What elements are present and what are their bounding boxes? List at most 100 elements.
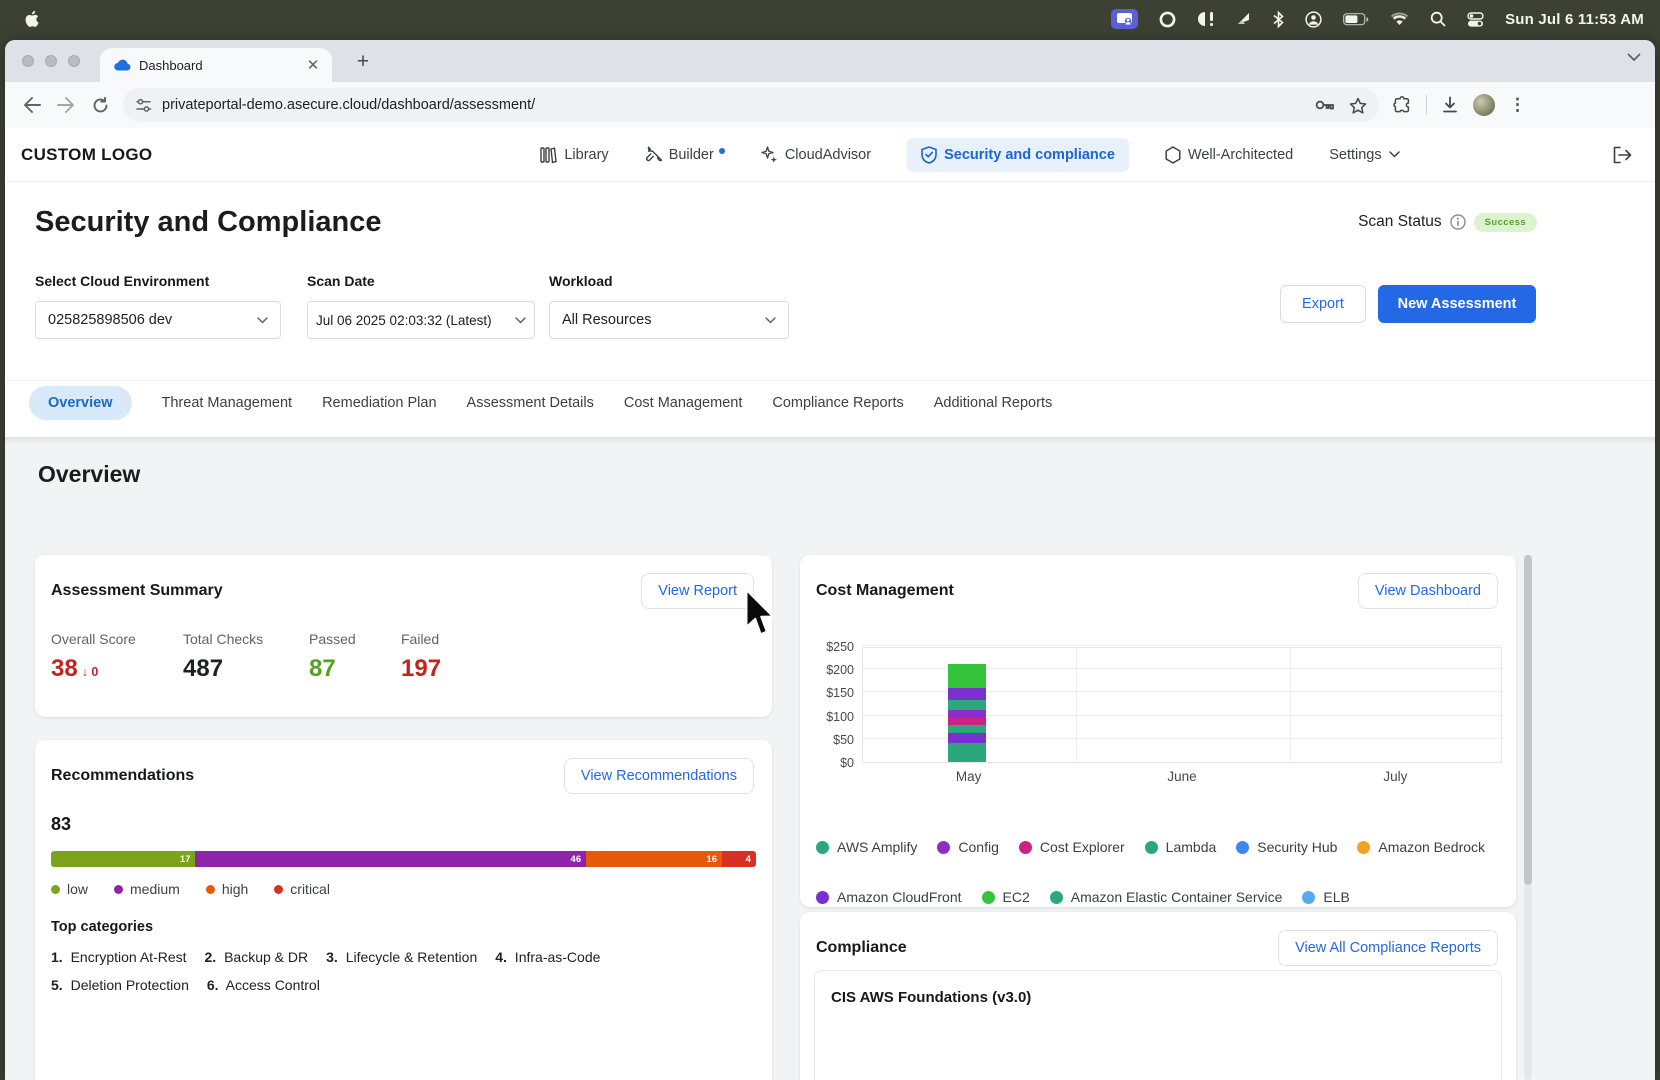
cost-management-card: Cost Management View Dashboard $0$50$100… (800, 555, 1516, 907)
new-assessment-button[interactable]: New Assessment (1378, 285, 1536, 323)
workload-label: Workload (549, 273, 789, 289)
browser-menu-kebab-icon[interactable]: ⋮ (1509, 95, 1526, 115)
stat-failed: Failed 197 (401, 631, 441, 683)
environment-select[interactable]: 025825898506 dev (35, 301, 281, 339)
summary-stats: Overall Score 38 ↓ 0 Total Checks 487 Pa… (35, 609, 772, 683)
top-category-item: 1. Encryption At-Rest (51, 949, 187, 965)
cost-legend-item: Amazon Bedrock (1357, 839, 1485, 855)
forward-button[interactable] (51, 90, 81, 120)
cost-chart-x-axis: MayJuneJuly (862, 769, 1502, 784)
severity-segment-high: 16 (586, 851, 722, 867)
compliance-framework-card[interactable]: CIS AWS Foundations (v3.0) (814, 970, 1502, 1080)
severity-legend-low: low (51, 881, 88, 897)
new-tab-button[interactable]: + (350, 49, 376, 75)
macos-menu-bar: Sun Jul 6 11:53 AM (0, 0, 1660, 38)
nav-security-compliance[interactable]: Security and compliance (907, 138, 1129, 172)
content-scrollbar[interactable] (1524, 555, 1532, 1080)
logout-icon[interactable] (1607, 140, 1637, 170)
window-close-button[interactable] (22, 55, 34, 67)
view-report-button[interactable]: View Report (641, 573, 754, 609)
severity-stacked-bar: 1746164 (51, 851, 756, 867)
ring-icon[interactable] (1159, 11, 1176, 28)
control-center-icon[interactable] (1467, 12, 1484, 27)
back-button[interactable] (17, 90, 47, 120)
y-tick: $200 (814, 663, 854, 677)
window-zoom-button[interactable] (68, 55, 80, 67)
severity-segment-low: 17 (51, 851, 195, 867)
cost-management-title: Cost Management (816, 582, 954, 600)
section-tabs: Overview Threat Management Remediation P… (5, 380, 1655, 425)
scan-status-label: Scan Status (1358, 213, 1442, 231)
scan-date-select[interactable]: Jul 06 2025 02:03:32 (Latest) (307, 301, 535, 339)
cost-segment (948, 700, 986, 710)
sparkles-icon (761, 146, 778, 163)
filters-row: Select Cloud Environment 025825898506 de… (5, 265, 1655, 351)
browser-tab[interactable]: Dashboard ✕ (100, 48, 332, 82)
fan-icon[interactable] (1236, 11, 1252, 27)
view-all-compliance-reports-button[interactable]: View All Compliance Reports (1278, 930, 1498, 966)
extensions-puzzle-icon[interactable] (1393, 96, 1412, 115)
severity-legend-high: high (206, 881, 248, 897)
account-icon[interactable] (1305, 11, 1322, 28)
bluetooth-icon[interactable] (1273, 11, 1284, 28)
wifi-icon[interactable] (1390, 12, 1409, 26)
tab-remediation-plan[interactable]: Remediation Plan (322, 395, 436, 411)
cost-legend-item: Cost Explorer (1019, 839, 1125, 855)
severity-segment-critical: 4 (722, 851, 756, 867)
tab-close-icon[interactable]: ✕ (304, 56, 322, 74)
tab-compliance-reports[interactable]: Compliance Reports (772, 395, 903, 411)
cost-segment (948, 733, 986, 743)
tab-search-chevron-icon[interactable] (1627, 53, 1641, 62)
severity-legend-medium: medium (114, 881, 180, 897)
tab-threat-management[interactable]: Threat Management (162, 395, 293, 411)
profile-avatar[interactable] (1473, 94, 1495, 116)
alert-icon[interactable] (1197, 11, 1215, 27)
view-recommendations-button[interactable]: View Recommendations (564, 758, 754, 794)
reload-button[interactable] (85, 90, 115, 120)
assessment-summary-card: Assessment Summary View Report Overall S… (35, 555, 772, 717)
downloads-icon[interactable] (1441, 96, 1459, 114)
tab-additional-reports[interactable]: Additional Reports (934, 395, 1053, 411)
view-dashboard-button[interactable]: View Dashboard (1358, 573, 1498, 609)
workload-select[interactable]: All Resources (549, 301, 789, 339)
tab-cost-management[interactable]: Cost Management (624, 395, 742, 411)
nav-library[interactable]: Library (540, 147, 608, 163)
chevron-down-icon (257, 317, 268, 324)
address-bar[interactable]: privateportal-demo.asecure.cloud/dashboa… (123, 88, 1379, 122)
tab-assessment-details[interactable]: Assessment Details (467, 395, 594, 411)
dashboard-app: CUSTOM LOGO Library Builder CloudAdvisor (5, 128, 1655, 1080)
page-title: Security and Compliance (35, 206, 382, 239)
scrollbar-thumb[interactable] (1524, 555, 1532, 885)
scan-status: Scan Status Success (1358, 213, 1537, 232)
y-tick: $0 (814, 756, 854, 770)
overview-content: Overview Assessment Summary View Report … (5, 437, 1655, 1080)
nav-well-architected[interactable]: Well-Architected (1165, 146, 1293, 164)
y-tick: $50 (814, 733, 854, 747)
site-settings-icon[interactable] (135, 98, 152, 113)
bookmark-star-icon[interactable] (1349, 97, 1367, 114)
cost-legend-item: Amazon CloudFront (816, 889, 962, 905)
window-minimize-button[interactable] (45, 55, 57, 67)
nav-cloudadvisor[interactable]: CloudAdvisor (761, 146, 871, 163)
tab-overview[interactable]: Overview (29, 386, 132, 420)
apple-menu-icon[interactable] (24, 10, 39, 28)
battery-icon[interactable] (1343, 13, 1369, 26)
cost-legend-item: Security Hub (1236, 839, 1337, 855)
scan-date-label: Scan Date (307, 273, 535, 289)
url-text[interactable]: privateportal-demo.asecure.cloud/dashboa… (162, 97, 1315, 113)
info-icon[interactable] (1450, 214, 1466, 230)
top-category-item: 3. Lifecycle & Retention (326, 949, 477, 965)
overview-heading: Overview (38, 461, 140, 488)
nav-settings[interactable]: Settings (1329, 147, 1399, 163)
stat-total-checks: Total Checks 487 (183, 631, 283, 683)
export-button[interactable]: Export (1280, 285, 1366, 323)
cost-segment (948, 664, 986, 688)
custom-logo[interactable]: CUSTOM LOGO (21, 145, 152, 165)
menu-bar-clock[interactable]: Sun Jul 6 11:53 AM (1505, 11, 1644, 28)
cost-legend-item: Amazon Elastic Container Service (1050, 889, 1283, 905)
spotlight-search-icon[interactable] (1430, 11, 1446, 27)
scan-status-badge: Success (1474, 213, 1537, 232)
nav-builder[interactable]: Builder (645, 146, 725, 163)
password-key-icon[interactable] (1315, 99, 1335, 111)
screen-share-icon[interactable] (1111, 9, 1138, 29)
